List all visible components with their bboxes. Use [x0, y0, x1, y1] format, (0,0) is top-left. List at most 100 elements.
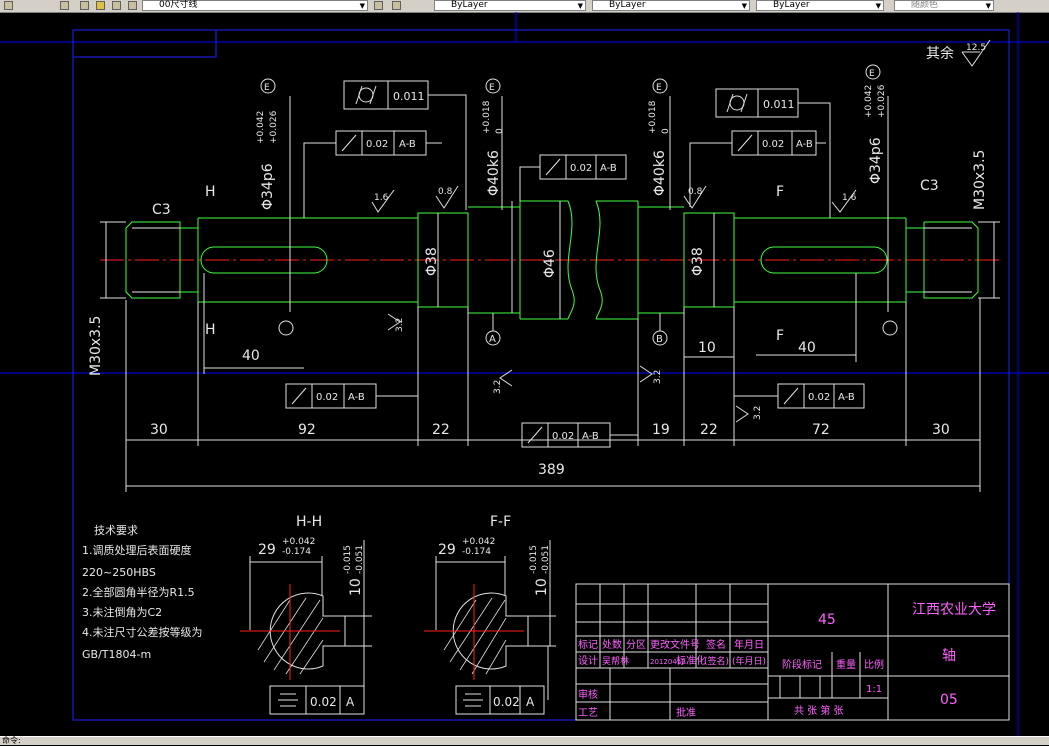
tb-sign2: (签名) — [704, 655, 729, 667]
section-hh-dlo: -0.051 — [355, 545, 365, 574]
tech-req-line6: GB/T1804-m — [82, 648, 151, 661]
tech-req-line5: 4.未注尺寸公差按等级为 — [82, 625, 203, 639]
envelope-2: E — [489, 83, 495, 93]
tb-doc: 更改文件号 — [650, 638, 700, 651]
section-ff-dup: -0.015 — [529, 545, 539, 574]
rough-32-d: 3.2 — [753, 406, 763, 420]
technical-requirements: 技术要求 1.调质处理后表面硬度 220~250HBS 2.全部圆角半径为R1.… — [82, 524, 203, 661]
tb-date: 年月日 — [734, 638, 764, 651]
chamfer-right: C3 — [920, 178, 939, 194]
command-prompt: 命令: — [2, 736, 21, 745]
lightbulb-icon[interactable] — [80, 1, 89, 10]
tech-req-line3: 2.全部圆角半径为R1.5 — [82, 585, 195, 599]
tb-weight: 重量 — [836, 658, 856, 671]
plotstyle-value: 随颜色 — [911, 0, 939, 10]
tb-process: 工艺 — [578, 707, 598, 719]
section-hh-width: 29 — [258, 542, 276, 558]
tb-design: 设计 — [578, 654, 598, 667]
runout-2: 0.02 — [570, 163, 592, 174]
section-ff-depth: 10 — [534, 578, 550, 596]
dim-d38-left: Φ38 — [424, 247, 440, 276]
roughness-note: 其余 — [926, 45, 954, 62]
tol-k6-upper-left: +0.018 — [482, 100, 492, 134]
dim-d40k6-right: Φ40k6 — [652, 150, 668, 196]
drawing-canvas[interactable]: 其余 12.5 C3 C3 1.6 0.8 0.8 1.6 H H F F 0.… — [0, 12, 1049, 736]
runout-6: 0.02 — [808, 392, 830, 403]
tech-req-title: 技术要求 — [94, 524, 138, 537]
tb-count: 处数 — [602, 638, 622, 651]
section-ff-wlo: -0.174 — [462, 547, 491, 557]
tb-check: 审核 — [578, 688, 598, 701]
thread-left: M30x3.5 — [88, 316, 104, 376]
tech-req-line2: 220~250HBS — [82, 566, 156, 579]
envelope-1: E — [264, 83, 270, 93]
dim-72: 72 — [812, 422, 830, 438]
tol-p6-upper-right: +0.042 — [864, 85, 874, 118]
vertical-dimension-text: Φ34p6 +0.042 +0.026 Φ40k6 +0.018 0 Φ40k6… — [88, 84, 988, 596]
rough-08-left: 0.8 — [438, 187, 453, 197]
tb-sheets: 共 张 第 张 — [794, 704, 844, 717]
dim-389: 389 — [538, 462, 565, 478]
section-hh-wlo: -0.174 — [282, 547, 311, 557]
sun-icon[interactable] — [96, 1, 105, 10]
tol-k6-lower-right: 0 — [661, 128, 671, 134]
runout-1: 0.02 — [366, 139, 388, 150]
color-swatch-icon[interactable] — [128, 1, 137, 10]
datum-a-label: A — [489, 334, 496, 345]
lineweight-dropdown[interactable]: ByLayer ▼ — [756, 0, 884, 11]
tb-sign: 签名 — [706, 638, 726, 651]
cyl-tol-left: 0.011 — [393, 90, 425, 103]
section-mark-f-bottom: F — [776, 328, 784, 344]
section-ff-wup: +0.042 — [462, 537, 495, 547]
layer-manager-icon[interactable] — [4, 1, 13, 10]
datum-2: A-B — [600, 163, 617, 174]
chevron-down-icon: ▼ — [985, 2, 991, 10]
dim-d34p6-left: Φ34p6 — [260, 163, 276, 210]
datum-5: A-B — [582, 431, 599, 442]
section-hh-wup: +0.042 — [282, 537, 315, 547]
material: 45 — [818, 612, 836, 628]
tb-approve: 批准 — [676, 706, 696, 719]
chevron-down-icon: ▼ — [577, 2, 583, 10]
linetype-value: ByLayer — [609, 0, 646, 10]
sym-tol-ff: 0.02 — [493, 695, 520, 709]
dim-d40k6-left: Φ40k6 — [486, 150, 502, 196]
title-block-text: 45 江西农业大学 轴 05 1:1 标记 处数 分区 更改文件号 签名 年月日… — [578, 602, 996, 719]
tol-p6-lower-left: +0.026 — [269, 110, 279, 144]
dim-22-right: 22 — [700, 422, 718, 438]
section-views — [249, 540, 556, 700]
rough-32-a: 3.2 — [395, 318, 405, 332]
color-dropdown[interactable]: ByLayer ▼ — [434, 0, 586, 11]
rough-08-right: 0.8 — [688, 187, 703, 197]
envelope-3: E — [656, 83, 662, 93]
tol-p6-upper-left: +0.042 — [256, 111, 266, 144]
linetype-dropdown[interactable]: ByLayer ▼ — [592, 0, 750, 11]
datum-symbols — [260, 64, 898, 346]
plotstyle-dropdown[interactable]: 随颜色 ▼ — [894, 0, 994, 11]
rough-16-left: 1.6 — [374, 193, 389, 203]
chevron-down-icon: ▼ — [359, 2, 365, 10]
dim-10: 10 — [698, 340, 716, 356]
tb-designer: 吴帮林 — [602, 655, 629, 667]
dim-22-left: 22 — [432, 422, 450, 438]
section-mark-f-top: F — [776, 184, 784, 200]
dim-d34p6-right: Φ34p6 — [868, 137, 884, 184]
make-current-icon[interactable] — [374, 1, 383, 10]
layer-dropdown[interactable]: 00尺寸线 ▼ — [142, 0, 368, 11]
dim-19: 19 — [652, 422, 670, 438]
layer-previous-icon[interactable] — [392, 1, 401, 10]
datum-4: A-B — [348, 392, 365, 403]
runout-4: 0.02 — [316, 392, 338, 403]
cad-drawing: 其余 12.5 C3 C3 1.6 0.8 0.8 1.6 H H F F 0.… — [0, 12, 1049, 736]
tb-mark: 标记 — [578, 639, 598, 651]
dim-key-40-left: 40 — [242, 348, 260, 364]
chevron-down-icon: ▼ — [875, 2, 881, 10]
layer-state-icon[interactable] — [60, 1, 69, 10]
roughness-symbols — [371, 39, 991, 423]
rough-32-c: 3.2 — [653, 370, 663, 384]
school-name: 江西农业大学 — [912, 602, 996, 618]
dim-key-40-right: 40 — [798, 340, 816, 356]
lock-icon[interactable] — [112, 1, 121, 10]
dim-30-left: 30 — [150, 422, 168, 438]
dim-d38-right: Φ38 — [690, 247, 706, 276]
